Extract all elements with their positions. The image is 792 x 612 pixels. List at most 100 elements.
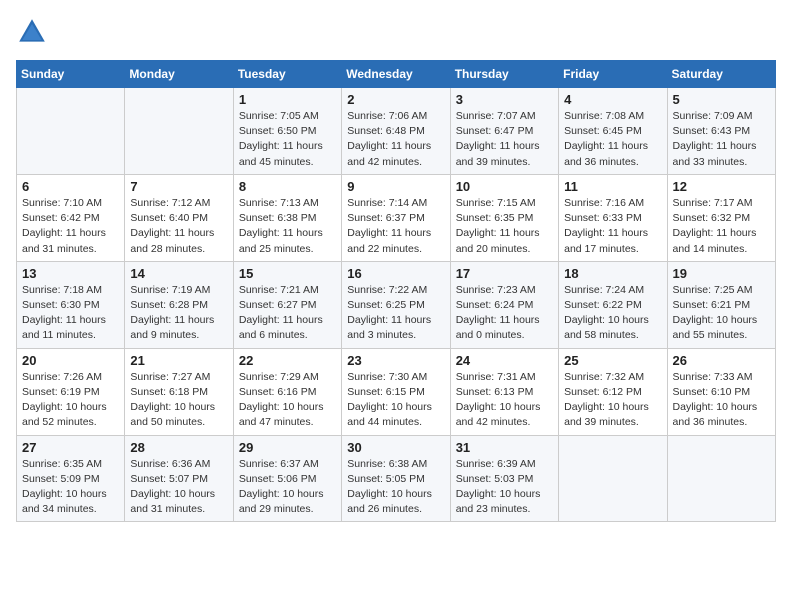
- day-number: 1: [239, 92, 336, 107]
- day-info: Sunrise: 7:24 AMSunset: 6:22 PMDaylight:…: [564, 283, 661, 344]
- calendar-cell: 1 Sunrise: 7:05 AMSunset: 6:50 PMDaylight…: [233, 88, 341, 175]
- day-info: Sunrise: 7:33 AMSunset: 6:10 PMDaylight:…: [673, 370, 770, 431]
- day-info: Sunrise: 7:25 AMSunset: 6:21 PMDaylight:…: [673, 283, 770, 344]
- day-info: Sunrise: 7:08 AMSunset: 6:45 PMDaylight:…: [564, 109, 661, 170]
- day-info: Sunrise: 7:14 AMSunset: 6:37 PMDaylight:…: [347, 196, 444, 257]
- day-info: Sunrise: 7:12 AMSunset: 6:40 PMDaylight:…: [130, 196, 227, 257]
- calendar-week-4: 20 Sunrise: 7:26 AMSunset: 6:19 PMDayligh…: [17, 348, 776, 435]
- day-number: 29: [239, 440, 336, 455]
- calendar-cell: 16 Sunrise: 7:22 AMSunset: 6:25 PMDayligh…: [342, 261, 450, 348]
- calendar-cell: 9 Sunrise: 7:14 AMSunset: 6:37 PMDaylight…: [342, 174, 450, 261]
- calendar-body: 1 Sunrise: 7:05 AMSunset: 6:50 PMDaylight…: [17, 88, 776, 522]
- calendar-cell: 19 Sunrise: 7:25 AMSunset: 6:21 PMDayligh…: [667, 261, 775, 348]
- day-number: 9: [347, 179, 444, 194]
- day-number: 5: [673, 92, 770, 107]
- day-number: 18: [564, 266, 661, 281]
- day-number: 2: [347, 92, 444, 107]
- day-info: Sunrise: 7:15 AMSunset: 6:35 PMDaylight:…: [456, 196, 553, 257]
- day-info: Sunrise: 7:17 AMSunset: 6:32 PMDaylight:…: [673, 196, 770, 257]
- day-number: 3: [456, 92, 553, 107]
- day-info: Sunrise: 7:29 AMSunset: 6:16 PMDaylight:…: [239, 370, 336, 431]
- calendar-cell: 26 Sunrise: 7:33 AMSunset: 6:10 PMDayligh…: [667, 348, 775, 435]
- calendar-cell: 29 Sunrise: 6:37 AMSunset: 5:06 PMDayligh…: [233, 435, 341, 522]
- calendar-cell: [559, 435, 667, 522]
- day-number: 25: [564, 353, 661, 368]
- day-info: Sunrise: 7:07 AMSunset: 6:47 PMDaylight:…: [456, 109, 553, 170]
- calendar-cell: 12Sunrise: 7:17 AMSunset: 6:32 PMDayligh…: [667, 174, 775, 261]
- calendar-cell: [667, 435, 775, 522]
- calendar-cell: 27Sunrise: 6:35 AMSunset: 5:09 PMDayligh…: [17, 435, 125, 522]
- calendar-cell: 18 Sunrise: 7:24 AMSunset: 6:22 PMDayligh…: [559, 261, 667, 348]
- calendar-cell: 4 Sunrise: 7:08 AMSunset: 6:45 PMDaylight…: [559, 88, 667, 175]
- weekday-sunday: Sunday: [17, 61, 125, 88]
- calendar-cell: 10 Sunrise: 7:15 AMSunset: 6:35 PMDayligh…: [450, 174, 558, 261]
- day-number: 24: [456, 353, 553, 368]
- day-info: Sunrise: 6:37 AMSunset: 5:06 PMDaylight:…: [239, 457, 336, 518]
- day-number: 13: [22, 266, 119, 281]
- calendar-cell: 13 Sunrise: 7:18 AMSunset: 6:30 PMDayligh…: [17, 261, 125, 348]
- logo: [16, 16, 52, 48]
- day-number: 19: [673, 266, 770, 281]
- day-number: 21: [130, 353, 227, 368]
- weekday-saturday: Saturday: [667, 61, 775, 88]
- calendar-cell: [17, 88, 125, 175]
- calendar-cell: 17 Sunrise: 7:23 AMSunset: 6:24 PMDayligh…: [450, 261, 558, 348]
- calendar-cell: 5Sunrise: 7:09 AMSunset: 6:43 PMDaylight…: [667, 88, 775, 175]
- day-info: Sunrise: 7:32 AMSunset: 6:12 PMDaylight:…: [564, 370, 661, 431]
- calendar-cell: 11 Sunrise: 7:16 AMSunset: 6:33 PMDayligh…: [559, 174, 667, 261]
- calendar-cell: 21 Sunrise: 7:27 AMSunset: 6:18 PMDayligh…: [125, 348, 233, 435]
- calendar-cell: 23 Sunrise: 7:30 AMSunset: 6:15 PMDayligh…: [342, 348, 450, 435]
- weekday-header-row: SundayMondayTuesdayWednesdayThursdayFrid…: [17, 61, 776, 88]
- day-info: Sunrise: 7:31 AMSunset: 6:13 PMDaylight:…: [456, 370, 553, 431]
- day-info: Sunrise: 7:26 AMSunset: 6:19 PMDaylight:…: [22, 370, 119, 431]
- day-info: Sunrise: 7:22 AMSunset: 6:25 PMDaylight:…: [347, 283, 444, 344]
- day-number: 4: [564, 92, 661, 107]
- day-info: Sunrise: 6:39 AMSunset: 5:03 PMDaylight:…: [456, 457, 553, 518]
- weekday-monday: Monday: [125, 61, 233, 88]
- day-info: Sunrise: 7:30 AMSunset: 6:15 PMDaylight:…: [347, 370, 444, 431]
- calendar-week-3: 13 Sunrise: 7:18 AMSunset: 6:30 PMDayligh…: [17, 261, 776, 348]
- day-info: Sunrise: 7:23 AMSunset: 6:24 PMDaylight:…: [456, 283, 553, 344]
- calendar-cell: 31 Sunrise: 6:39 AMSunset: 5:03 PMDayligh…: [450, 435, 558, 522]
- page-header: [16, 16, 776, 48]
- day-number: 22: [239, 353, 336, 368]
- day-number: 15: [239, 266, 336, 281]
- calendar-table: SundayMondayTuesdayWednesdayThursdayFrid…: [16, 60, 776, 522]
- day-info: Sunrise: 7:21 AMSunset: 6:27 PMDaylight:…: [239, 283, 336, 344]
- calendar-cell: 24 Sunrise: 7:31 AMSunset: 6:13 PMDayligh…: [450, 348, 558, 435]
- day-number: 20: [22, 353, 119, 368]
- calendar-cell: 6Sunrise: 7:10 AMSunset: 6:42 PMDaylight…: [17, 174, 125, 261]
- calendar-week-2: 6Sunrise: 7:10 AMSunset: 6:42 PMDaylight…: [17, 174, 776, 261]
- day-info: Sunrise: 7:13 AMSunset: 6:38 PMDaylight:…: [239, 196, 336, 257]
- day-number: 6: [22, 179, 119, 194]
- day-number: 31: [456, 440, 553, 455]
- calendar-cell: 30Sunrise: 6:38 AMSunset: 5:05 PMDayligh…: [342, 435, 450, 522]
- day-info: Sunrise: 6:36 AMSunset: 5:07 PMDaylight:…: [130, 457, 227, 518]
- day-info: Sunrise: 7:06 AMSunset: 6:48 PMDaylight:…: [347, 109, 444, 170]
- calendar-cell: 2 Sunrise: 7:06 AMSunset: 6:48 PMDaylight…: [342, 88, 450, 175]
- calendar-header: SundayMondayTuesdayWednesdayThursdayFrid…: [17, 61, 776, 88]
- day-info: Sunrise: 7:18 AMSunset: 6:30 PMDaylight:…: [22, 283, 119, 344]
- day-info: Sunrise: 7:19 AMSunset: 6:28 PMDaylight:…: [130, 283, 227, 344]
- calendar-cell: 3 Sunrise: 7:07 AMSunset: 6:47 PMDaylight…: [450, 88, 558, 175]
- day-number: 26: [673, 353, 770, 368]
- day-info: Sunrise: 7:05 AMSunset: 6:50 PMDaylight:…: [239, 109, 336, 170]
- calendar-cell: 20 Sunrise: 7:26 AMSunset: 6:19 PMDayligh…: [17, 348, 125, 435]
- calendar-cell: 8Sunrise: 7:13 AMSunset: 6:38 PMDaylight…: [233, 174, 341, 261]
- weekday-tuesday: Tuesday: [233, 61, 341, 88]
- day-number: 17: [456, 266, 553, 281]
- calendar-cell: 25 Sunrise: 7:32 AMSunset: 6:12 PMDayligh…: [559, 348, 667, 435]
- day-info: Sunrise: 7:27 AMSunset: 6:18 PMDaylight:…: [130, 370, 227, 431]
- day-number: 30: [347, 440, 444, 455]
- weekday-wednesday: Wednesday: [342, 61, 450, 88]
- day-number: 11: [564, 179, 661, 194]
- weekday-friday: Friday: [559, 61, 667, 88]
- day-info: Sunrise: 7:16 AMSunset: 6:33 PMDaylight:…: [564, 196, 661, 257]
- calendar-cell: 14Sunrise: 7:19 AMSunset: 6:28 PMDayligh…: [125, 261, 233, 348]
- calendar-cell: 15 Sunrise: 7:21 AMSunset: 6:27 PMDayligh…: [233, 261, 341, 348]
- calendar-cell: 28Sunrise: 6:36 AMSunset: 5:07 PMDayligh…: [125, 435, 233, 522]
- day-number: 7: [130, 179, 227, 194]
- day-number: 10: [456, 179, 553, 194]
- day-number: 23: [347, 353, 444, 368]
- day-number: 16: [347, 266, 444, 281]
